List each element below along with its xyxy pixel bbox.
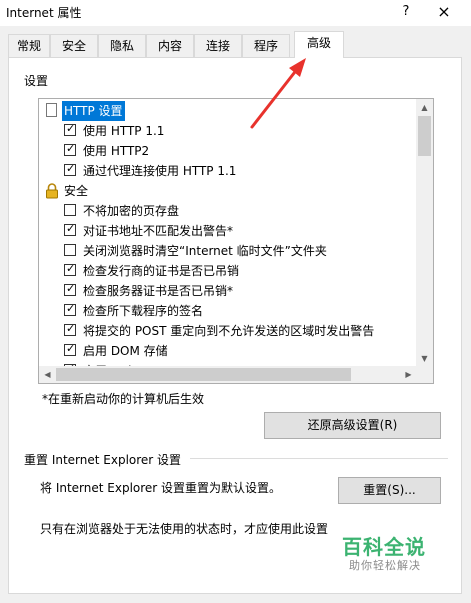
watermark-subtitle: 助你轻松解决 <box>349 559 421 572</box>
annotation-arrow-icon <box>250 58 306 129</box>
watermark-title: 百科全说 <box>342 535 426 559</box>
tab-advanced[interactable]: 高级 <box>294 31 344 58</box>
